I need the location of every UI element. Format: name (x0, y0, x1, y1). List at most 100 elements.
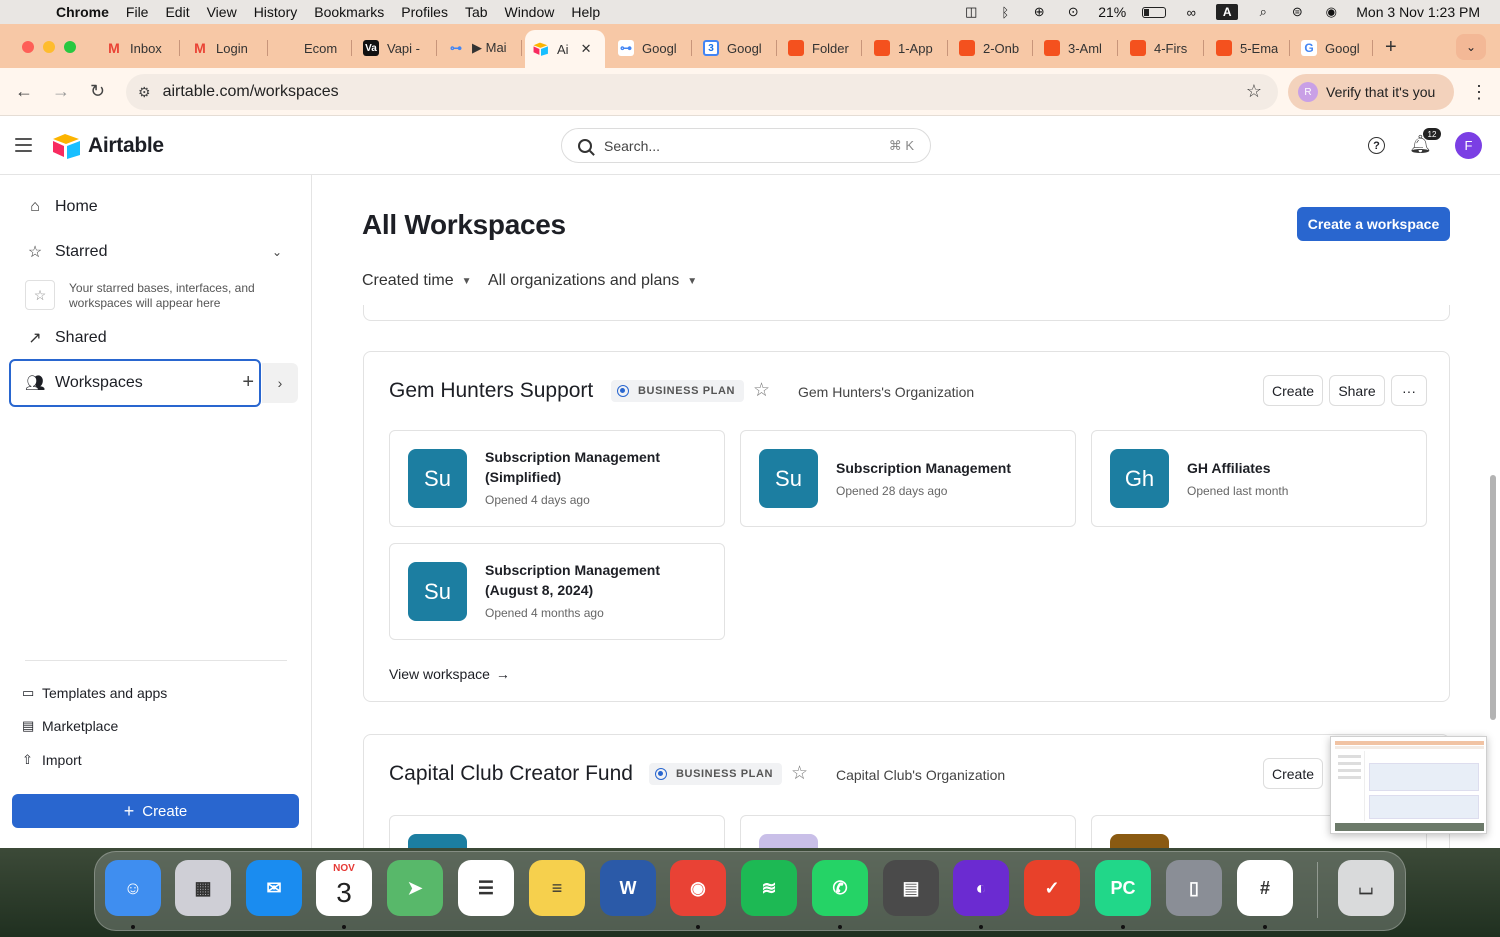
menu-window[interactable]: Window (505, 4, 555, 20)
workspace-create-button[interactable]: Create (1263, 375, 1323, 406)
browser-tab[interactable]: 2-Onb (951, 32, 1033, 64)
close-window-icon[interactable] (22, 41, 34, 53)
chevron-down-icon[interactable]: ⌄ (272, 245, 282, 259)
marketplace-link[interactable]: ▤ Marketplace (22, 718, 118, 734)
menu-help[interactable]: Help (571, 4, 600, 20)
siri-icon[interactable]: ◉ (1322, 4, 1340, 19)
templates-link[interactable]: ▭ Templates and apps (22, 685, 167, 701)
workspace-create-button[interactable]: Create (1263, 758, 1323, 789)
chrome-menu-icon[interactable]: ⋮ (1470, 82, 1488, 103)
browser-tab[interactable]: Ecom (272, 32, 352, 64)
base-card[interactable] (740, 815, 1076, 848)
menu-tab[interactable]: Tab (465, 4, 488, 20)
address-bar[interactable]: ⚙ airtable.com/workspaces ☆ (126, 74, 1278, 110)
browser-tab[interactable]: ⊶ ▶ Mai (440, 32, 522, 64)
vpn-icon[interactable]: ⊕ (1030, 4, 1048, 19)
screenshot-thumbnail[interactable] (1330, 736, 1487, 834)
main-scrollbar[interactable] (1490, 475, 1496, 720)
base-card[interactable]: Su Subscription Management (Simplified) … (389, 430, 725, 527)
iphone-mirroring-icon[interactable]: ▯ (1166, 860, 1222, 916)
minimize-window-icon[interactable] (43, 41, 55, 53)
slack-icon[interactable]: # (1237, 860, 1293, 916)
split-view-icon[interactable]: ◫ (962, 4, 980, 19)
import-link[interactable]: ⇧ Import (22, 752, 82, 768)
browser-tab[interactable]: 5-Ema (1208, 32, 1290, 64)
play-icon[interactable]: ⊙ (1064, 4, 1082, 19)
base-card[interactable]: Su Subscription Management Opened 28 day… (740, 430, 1076, 527)
menu-profiles[interactable]: Profiles (401, 4, 448, 20)
workspace-more-icon[interactable]: ··· (1391, 375, 1427, 406)
hamburger-menu-icon[interactable] (15, 138, 32, 156)
whatsapp-icon[interactable]: ✆ (812, 860, 868, 916)
browser-tab[interactable]: Va Vapi - (355, 32, 437, 64)
menu-bookmarks[interactable]: Bookmarks (314, 4, 384, 20)
organization-filter-dropdown[interactable]: All organizations and plans ▼ (488, 272, 697, 290)
reminders-icon[interactable]: ☰ (458, 860, 514, 916)
calculator-icon[interactable]: ▤ (883, 860, 939, 916)
spotify-icon[interactable]: ≋ (741, 860, 797, 916)
sidebar-create-button[interactable]: + Create (12, 794, 299, 828)
site-info-icon[interactable]: ⚙ (138, 84, 151, 101)
url-text[interactable]: airtable.com/workspaces (163, 83, 339, 101)
reload-icon[interactable]: ↻ (90, 81, 105, 102)
view-workspace-link[interactable]: View workspace → (389, 666, 510, 682)
notes-icon[interactable]: ≡ (529, 860, 585, 916)
sidebar-item-shared[interactable]: ↗ Shared (25, 328, 106, 348)
browser-tab[interactable]: 3 Googl (695, 32, 777, 64)
mail-icon[interactable]: ✉ (246, 860, 302, 916)
airtable-logo[interactable]: Airtable (52, 133, 164, 159)
chevron-right-icon[interactable]: › (262, 363, 298, 403)
maximize-window-icon[interactable] (64, 41, 76, 53)
menu-view[interactable]: View (207, 4, 237, 20)
menu-clock[interactable]: Mon 3 Nov 1:23 PM (1356, 4, 1480, 20)
sidebar-item-starred[interactable]: ☆ Starred (25, 242, 108, 262)
base-card[interactable] (389, 815, 725, 848)
word-icon[interactable]: W (600, 860, 656, 916)
sidebar-item-home[interactable]: ⌂ Home (25, 197, 98, 217)
verify-profile-button[interactable]: R Verify that it's you (1288, 74, 1454, 110)
star-workspace-icon[interactable]: ☆ (791, 762, 808, 785)
workspace-name[interactable]: Gem Hunters Support (389, 379, 593, 403)
chrome-icon[interactable]: ◉ (670, 860, 726, 916)
back-arrow-icon[interactable]: ← (15, 81, 33, 102)
browser-tab[interactable]: 1-App (866, 32, 948, 64)
search-input[interactable]: Search... ⌘ K (561, 128, 931, 163)
forward-arrow-icon[interactable]: → (52, 81, 70, 102)
menu-app-name[interactable]: Chrome (56, 4, 109, 20)
sort-dropdown[interactable]: Created time ▼ (362, 272, 472, 290)
control-center-icon[interactable]: ⊜ (1288, 4, 1306, 19)
user-avatar[interactable]: F (1455, 132, 1482, 159)
input-source-icon[interactable]: A (1216, 4, 1239, 20)
sidebar-item-workspaces[interactable]: 👥︎ Workspaces + (9, 359, 261, 407)
finder-icon[interactable]: ☺ (105, 860, 161, 916)
launchpad-icon[interactable]: ▦ (175, 860, 231, 916)
tasks-icon[interactable]: ✓ (1024, 860, 1080, 916)
menu-edit[interactable]: Edit (165, 4, 189, 20)
spotlight-search-icon[interactable]: ⌕ (1254, 4, 1272, 19)
new-tab-icon[interactable]: + (1385, 36, 1397, 59)
tab-search-chevron-icon[interactable]: ⌄ (1456, 34, 1486, 60)
link-icon[interactable]: ∞ (1182, 5, 1200, 20)
trash-icon[interactable]: ⌴ (1338, 860, 1394, 916)
menu-file[interactable]: File (126, 4, 149, 20)
workspace-share-button[interactable]: Share (1329, 375, 1385, 406)
browser-tab[interactable]: 4-Firs (1122, 32, 1204, 64)
bluetooth-icon[interactable]: ᛒ (996, 5, 1014, 20)
browser-tab[interactable]: Ai ✕ (525, 30, 605, 68)
browser-tab[interactable]: M Login (184, 32, 268, 64)
add-workspace-icon[interactable]: + (242, 371, 254, 394)
browser-tab[interactable]: 3-Aml (1036, 32, 1118, 64)
firefox-icon[interactable]: ◐ (953, 860, 1009, 916)
bookmark-star-icon[interactable]: ☆ (1246, 81, 1262, 102)
workspace-name[interactable]: Capital Club Creator Fund (389, 762, 633, 786)
close-tab-icon[interactable]: ✕ (581, 41, 592, 57)
browser-tab[interactable]: G Googl (1293, 32, 1373, 64)
base-card[interactable]: Su Subscription Management (August 8, 20… (389, 543, 725, 640)
menu-history[interactable]: History (254, 4, 298, 20)
browser-tab[interactable]: Folder (780, 32, 862, 64)
browser-tab[interactable]: M Inbox (98, 32, 180, 64)
battery-icon[interactable] (1142, 6, 1167, 18)
create-workspace-button[interactable]: Create a workspace (1297, 207, 1450, 241)
maps-icon[interactable]: ➤ (387, 860, 443, 916)
base-card[interactable]: Gh GH Affiliates Opened last month (1091, 430, 1427, 527)
